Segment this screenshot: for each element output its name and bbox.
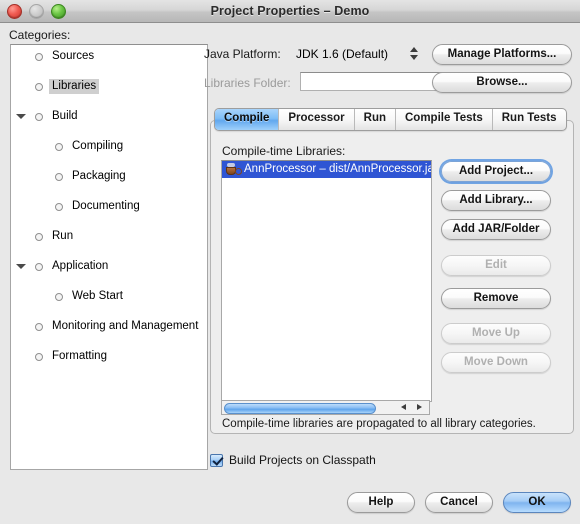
project-properties-window: Project Properties – Demo Categories: So… <box>0 0 580 524</box>
sidebar-item-label: Formatting <box>52 350 107 362</box>
sidebar-item-label: Documenting <box>72 200 140 212</box>
sidebar-item-label: Libraries <box>49 79 100 94</box>
remove-button[interactable]: Remove <box>441 288 551 309</box>
node-bullet-icon <box>35 263 43 271</box>
scrollbar-thumb[interactable] <box>224 403 376 414</box>
minimize-button[interactable] <box>29 4 44 19</box>
tab-processor[interactable]: Processor <box>279 109 355 130</box>
node-bullet-icon <box>55 203 63 211</box>
sidebar-item-label: Build <box>52 110 78 122</box>
add-jar-folder-button[interactable]: Add JAR/Folder <box>441 219 551 240</box>
move-up-button: Move Up <box>441 323 551 344</box>
node-bullet-icon <box>35 323 43 331</box>
sidebar-item-sources[interactable]: Sources <box>11 49 207 64</box>
node-bullet-icon <box>35 113 43 121</box>
move-down-button: Move Down <box>441 352 551 373</box>
libraries-folder-label: Libraries Folder: <box>204 76 291 90</box>
sidebar-item-formatting[interactable]: Formatting <box>11 349 207 364</box>
add-project-button[interactable]: Add Project... <box>441 161 551 182</box>
node-bullet-icon <box>35 353 43 361</box>
list-item[interactable]: AnnProcessor – dist/AnnProcessor.jar <box>222 161 431 178</box>
title-bar: Project Properties – Demo <box>0 0 580 23</box>
sidebar-item-label: Monitoring and Management <box>52 320 199 332</box>
edit-button: Edit <box>441 255 551 276</box>
disclosure-triangle-icon[interactable] <box>16 114 26 119</box>
sidebar-item-application[interactable]: Application <box>11 259 207 274</box>
sidebar-item-packaging[interactable]: Packaging <box>11 169 207 184</box>
add-library-button[interactable]: Add Library... <box>441 190 551 211</box>
build-projects-on-classpath-checkbox[interactable] <box>210 453 223 467</box>
ok-button[interactable]: OK <box>503 492 571 513</box>
scroll-left-arrow-icon[interactable] <box>397 402 411 413</box>
build-projects-on-classpath-label: Build Projects on Classpath <box>229 453 376 467</box>
node-bullet-icon <box>35 53 43 61</box>
compile-time-libraries-label: Compile-time Libraries: <box>222 144 346 158</box>
chevron-down-icon <box>410 55 418 60</box>
node-bullet-icon <box>55 173 63 181</box>
node-bullet-icon <box>35 83 43 91</box>
sidebar-item-build[interactable]: Build <box>11 109 207 124</box>
tab-run-tests[interactable]: Run Tests <box>493 109 566 130</box>
list-item-label: AnnProcessor – dist/AnnProcessor.jar <box>244 163 431 175</box>
window-title: Project Properties – Demo <box>210 4 370 18</box>
window-controls <box>7 4 66 19</box>
tab-bar[interactable]: Compile Processor Run Compile Tests Run Test… <box>214 108 567 131</box>
chevron-up-icon <box>410 47 418 52</box>
tab-compile-tests[interactable]: Compile Tests <box>396 109 493 130</box>
disclosure-triangle-icon[interactable] <box>16 264 26 269</box>
sidebar-item-label: Application <box>52 260 109 272</box>
categories-label: Categories: <box>9 28 71 42</box>
node-bullet-icon <box>35 233 43 241</box>
node-bullet-icon <box>55 143 63 151</box>
libraries-hint-text: Compile-time libraries are propagated to… <box>222 418 536 430</box>
build-projects-on-classpath-row[interactable]: Build Projects on Classpath <box>210 452 376 468</box>
java-platform-value[interactable]: JDK 1.6 (Default) <box>296 47 388 61</box>
categories-tree[interactable]: Sources Libraries Build Compiling Packaging D… <box>10 44 208 470</box>
java-platform-stepper[interactable] <box>408 44 420 64</box>
node-bullet-icon <box>55 293 63 301</box>
horizontal-scrollbar[interactable] <box>221 400 430 415</box>
sidebar-item-documenting[interactable]: Documenting <box>11 199 207 214</box>
sidebar-item-run[interactable]: Run <box>11 229 207 244</box>
cancel-button[interactable]: Cancel <box>425 492 493 513</box>
compile-time-libraries-list[interactable]: AnnProcessor – dist/AnnProcessor.jar <box>221 160 432 402</box>
scroll-right-arrow-icon[interactable] <box>413 402 427 413</box>
sidebar-item-monitoring-and-management[interactable]: Monitoring and Management <box>11 319 207 334</box>
java-platform-label: Java Platform: <box>204 47 281 61</box>
sidebar-item-compiling[interactable]: Compiling <box>11 139 207 154</box>
tab-compile[interactable]: Compile <box>215 109 280 130</box>
zoom-button[interactable] <box>51 4 66 19</box>
manage-platforms-button[interactable]: Manage Platforms... <box>432 44 572 65</box>
jar-icon <box>225 163 242 176</box>
sidebar-item-label: Web Start <box>72 290 123 302</box>
sidebar-item-web-start[interactable]: Web Start <box>11 289 207 304</box>
sidebar-item-label: Sources <box>52 50 95 62</box>
sidebar-item-label: Run <box>52 230 74 242</box>
tab-run[interactable]: Run <box>355 109 396 130</box>
close-button[interactable] <box>7 4 22 19</box>
sidebar-item-libraries[interactable]: Libraries <box>11 79 207 94</box>
help-button[interactable]: Help <box>347 492 415 513</box>
browse-button[interactable]: Browse... <box>432 72 572 93</box>
sidebar-item-label: Packaging <box>72 170 126 182</box>
sidebar-item-label: Compiling <box>72 140 124 152</box>
